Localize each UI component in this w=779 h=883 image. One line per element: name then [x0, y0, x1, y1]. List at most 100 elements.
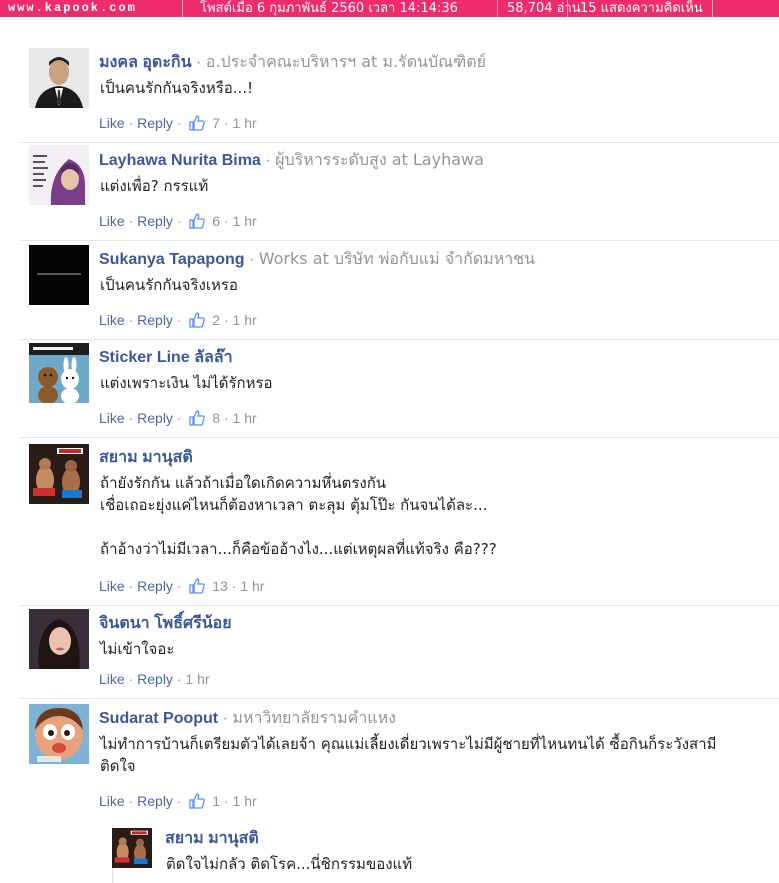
separator-dot: ·: [223, 213, 229, 229]
separator-dot: ·: [223, 793, 229, 809]
reply-button[interactable]: Reply: [137, 671, 173, 687]
commenter-subtitle: มหาวิทยาลัยรามคำแหง: [232, 708, 396, 727]
separator-dot: ·: [176, 793, 182, 809]
reply-button[interactable]: Reply: [137, 410, 173, 426]
reply-button[interactable]: Reply: [137, 578, 173, 594]
timestamp: 1 hr: [232, 312, 257, 328]
separator-dot: ·: [128, 793, 134, 809]
timestamp: 1 hr: [232, 115, 257, 131]
separator-dot: ·: [128, 115, 134, 131]
avatar[interactable]: [29, 704, 89, 764]
thumbs-up-icon: [189, 213, 206, 229]
avatar[interactable]: [29, 444, 89, 504]
comment-text: ไม่เข้าใจอะ: [100, 640, 175, 658]
divider: [182, 0, 183, 17]
comment-text: เป็นคนรักกันจริงเหรอ: [100, 276, 238, 294]
like-button[interactable]: Like: [99, 410, 125, 426]
separator-dot: ·: [223, 410, 229, 426]
separator-dot: ·: [248, 251, 255, 268]
like-button[interactable]: Like: [99, 213, 125, 229]
separator-dot: ·: [176, 410, 182, 426]
avatar[interactable]: [29, 609, 89, 669]
thumbs-up-icon: [189, 793, 206, 809]
comment-text: ถ้ายังรักกัน แล้วถ้าเมื่อใดเกิดความหึ่นต…: [100, 474, 497, 558]
commenter-name[interactable]: Sticker Line ลัลล๊า: [99, 349, 233, 366]
commenter-name[interactable]: มงคล อุดะกิน: [99, 54, 192, 71]
thumbs-up-icon: [189, 578, 206, 594]
commenter-subtitle: อ.ประจำคณะบริหารฯ at ม.รัตนบัณฑิตย์: [205, 52, 487, 71]
like-button[interactable]: Like: [99, 671, 125, 687]
comment-text: แต่งเพราะเงิน ไม่ได้รักหรอ: [100, 374, 273, 392]
thumbs-up-icon: [189, 410, 206, 426]
comment-text: ไม่ทำการบ้านก็เตรียมตัวได้เลยจ้า คุณแม่เ…: [100, 735, 717, 775]
separator-dot: ·: [195, 54, 202, 71]
thumbs-up-icon: [189, 312, 206, 328]
like-button[interactable]: Like: [99, 793, 125, 809]
divider: [20, 142, 779, 143]
divider: [712, 0, 713, 17]
avatar[interactable]: [29, 245, 89, 305]
reply-button[interactable]: Reply: [137, 312, 173, 328]
divider: [567, 0, 568, 17]
separator-dot: ·: [223, 115, 229, 131]
like-count: 7: [212, 115, 221, 131]
separator-dot: ·: [176, 671, 182, 687]
avatar[interactable]: [29, 48, 89, 108]
commenter-name[interactable]: Sudarat Pooput: [99, 710, 218, 727]
divider: [20, 339, 779, 340]
separator-dot: ·: [128, 213, 134, 229]
view-count: 58,704 อ่าน: [507, 1, 581, 16]
divider: [20, 698, 779, 699]
commenter-subtitle: Works at บริษัท พ่อกับแม่ จำกัดมหาชน: [258, 249, 536, 268]
like-button[interactable]: Like: [99, 578, 125, 594]
comment-actions: Like · Reply · 1 · 1 hr: [99, 791, 257, 811]
divider: [20, 437, 779, 438]
separator-dot: ·: [223, 312, 229, 328]
separator-dot: ·: [176, 578, 182, 594]
like-count: 13: [212, 578, 228, 594]
separator-dot: ·: [128, 410, 134, 426]
like-count: 6: [212, 213, 221, 229]
reply-button[interactable]: Reply: [137, 115, 173, 131]
timestamp: 1 hr: [232, 410, 257, 426]
separator-dot: ·: [176, 312, 182, 328]
site-logo-text[interactable]: www.kapook.com: [8, 0, 137, 17]
comment-text: เป็นคนรักกันจริงหรือ...!: [100, 79, 254, 97]
top-info-bar: www.kapook.com โพสต์เมื่อ 6 กุมภาพันธ์ 2…: [0, 0, 779, 17]
separator-dot: ·: [176, 213, 182, 229]
like-count: 8: [212, 410, 221, 426]
comment-count[interactable]: 15 แสดงความคิดเห็น: [580, 0, 703, 17]
timestamp: 1 hr: [240, 578, 265, 594]
comment-actions: Like · Reply · 13 · 1 hr: [99, 576, 264, 596]
comment-text: ติดใจไม่กลัว ติดโรค...นี่ชิกรรมของแท้: [166, 855, 413, 873]
divider: [20, 605, 779, 606]
like-button[interactable]: Like: [99, 312, 125, 328]
reply-button[interactable]: Reply: [137, 213, 173, 229]
like-button[interactable]: Like: [99, 115, 125, 131]
separator-dot: ·: [176, 115, 182, 131]
like-count: 2: [212, 312, 221, 328]
avatar[interactable]: [29, 343, 89, 403]
timestamp: 1 hr: [185, 671, 210, 687]
commenter-name[interactable]: สยาม มานุสติ: [165, 830, 259, 847]
thumbs-up-icon: [189, 115, 206, 131]
comment-actions: Like · Reply · 7 · 1 hr: [99, 113, 257, 133]
timestamp: 1 hr: [232, 793, 257, 809]
reply-button[interactable]: Reply: [137, 793, 173, 809]
divider: [497, 0, 498, 17]
comment-text: แต่งเพื่อ? กรรแท้: [100, 177, 209, 195]
separator-dot: ·: [128, 578, 134, 594]
like-count: 1: [212, 793, 221, 809]
commenter-name[interactable]: สยาม มานุสติ: [99, 449, 193, 466]
commenter-name[interactable]: จินตนา โพธิ์ศรีน้อย: [99, 615, 232, 632]
comment-actions: Like · Reply · 8 · 1 hr: [99, 408, 257, 428]
comment-actions: Like · Reply · 1 hr: [99, 669, 210, 689]
commenter-name[interactable]: Sukanya Tapapong: [99, 251, 245, 268]
avatar[interactable]: [29, 145, 89, 205]
commenter-name[interactable]: Layhawa Nurita Bima: [99, 152, 261, 169]
separator-dot: ·: [128, 312, 134, 328]
avatar[interactable]: [112, 828, 152, 868]
post-date: โพสต์เมื่อ 6 กุมภาพันธ์ 2560 เวลา 14:14:…: [200, 1, 458, 16]
separator-dot: ·: [128, 671, 134, 687]
separator-dot: ·: [231, 578, 237, 594]
